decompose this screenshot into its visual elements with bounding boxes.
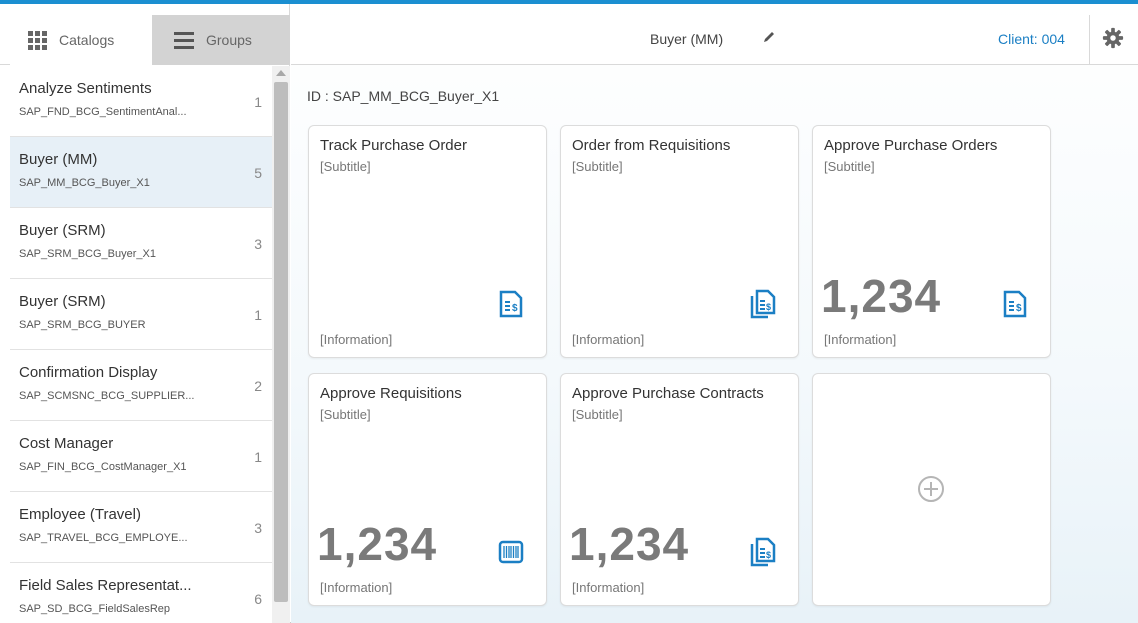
- list-item[interactable]: Confirmation Display SAP_SCMSNC_BCG_SUPP…: [10, 350, 272, 421]
- list-item-count: 5: [254, 165, 262, 181]
- list-item-subtitle: SAP_SCMSNC_BCG_SUPPLIER...: [19, 390, 195, 402]
- svg-text:$: $: [766, 550, 771, 560]
- scrollbar[interactable]: [272, 66, 290, 623]
- group-title: Buyer (MM): [650, 31, 724, 47]
- gear-icon[interactable]: [1102, 27, 1124, 49]
- tile-track-purchase-order[interactable]: Track Purchase Order [Subtitle] $ [Infor…: [308, 125, 547, 358]
- list-item-subtitle: SAP_TRAVEL_BCG_EMPLOYE...: [19, 532, 188, 544]
- tile-title: Approve Purchase Contracts: [572, 385, 764, 402]
- list-item-title: Buyer (MM): [19, 151, 98, 168]
- tab-groups-label: Groups: [206, 32, 252, 48]
- list-item-count: 2: [254, 378, 262, 394]
- barcode-icon: [498, 540, 524, 564]
- tile-info: [Information]: [320, 332, 393, 347]
- add-circle-icon: [918, 476, 944, 502]
- list-item-count: 3: [254, 520, 262, 536]
- tile-title: Approve Requisitions: [320, 385, 462, 402]
- svg-text:$: $: [512, 303, 518, 314]
- tile-approve-purchase-orders[interactable]: Approve Purchase Orders [Subtitle] 1,234…: [812, 125, 1051, 358]
- list-item-title: Cost Manager: [19, 435, 114, 452]
- tile-order-from-requisitions[interactable]: Order from Requisitions [Subtitle] $ [In…: [560, 125, 799, 358]
- tile-subtitle: [Subtitle]: [572, 407, 623, 422]
- tile-kpi-number: 1,234: [317, 518, 438, 570]
- tab-catalogs-label: Catalogs: [59, 32, 115, 48]
- documents-icon: $: [750, 537, 776, 567]
- left-panel: Catalogs Groups Analyze Sentiments SAP_F…: [0, 4, 290, 623]
- list-item-subtitle: SAP_FND_BCG_SentimentAnal...: [19, 106, 187, 118]
- tile-approve-purchase-contracts[interactable]: Approve Purchase Contracts [Subtitle] 1,…: [560, 373, 799, 606]
- left-panel-header: Catalogs Groups: [0, 15, 290, 65]
- tile-title: Order from Requisitions: [572, 137, 731, 154]
- tile-subtitle: [Subtitle]: [824, 159, 875, 174]
- pencil-icon[interactable]: [761, 29, 777, 45]
- tile-title: Track Purchase Order: [320, 137, 467, 154]
- header-divider: [1089, 15, 1090, 65]
- list-item[interactable]: Buyer (MM) SAP_MM_BCG_Buyer_X1 5: [10, 137, 272, 208]
- scrollbar-thumb[interactable]: [274, 82, 288, 602]
- list-item-count: 6: [254, 591, 262, 607]
- main-header: Buyer (MM) Client: 004: [291, 15, 1138, 65]
- list-item-subtitle: SAP_FIN_BCG_CostManager_X1: [19, 461, 187, 473]
- tile-subtitle: [Subtitle]: [320, 407, 371, 422]
- menu-icon: [174, 31, 194, 49]
- main-panel: Buyer (MM) Client: 004 ID : SAP_MM_BCG_B…: [291, 4, 1138, 623]
- list-item-count: 3: [254, 236, 262, 252]
- list-item-count: 1: [254, 94, 262, 110]
- tile-info: [Information]: [320, 580, 393, 595]
- page-id: ID : SAP_MM_BCG_Buyer_X1: [307, 88, 500, 104]
- tile-subtitle: [Subtitle]: [572, 159, 623, 174]
- list-item[interactable]: Employee (Travel) SAP_TRAVEL_BCG_EMPLOYE…: [10, 492, 272, 563]
- groups-list: Analyze Sentiments SAP_FND_BCG_Sentiment…: [10, 66, 272, 623]
- svg-text:$: $: [1016, 303, 1022, 314]
- invoice-icon: $: [1003, 290, 1027, 318]
- client-label: Client: 004: [998, 31, 1065, 47]
- list-item[interactable]: Buyer (SRM) SAP_SRM_BCG_Buyer_X1 3: [10, 208, 272, 279]
- list-item-subtitle: SAP_MM_BCG_Buyer_X1: [19, 177, 150, 189]
- add-tile-button[interactable]: [812, 373, 1051, 606]
- list-item[interactable]: Field Sales Representat... SAP_SD_BCG_Fi…: [10, 563, 272, 623]
- grid-icon: [28, 30, 47, 50]
- tab-groups[interactable]: Groups: [152, 15, 290, 65]
- tile-info: [Information]: [824, 332, 897, 347]
- list-item-subtitle: SAP_SRM_BCG_BUYER: [19, 319, 146, 331]
- tile-info: [Information]: [572, 580, 645, 595]
- scroll-up-arrow-icon[interactable]: [276, 70, 286, 76]
- list-item-subtitle: SAP_SRM_BCG_Buyer_X1: [19, 248, 156, 260]
- list-item-title: Employee (Travel): [19, 506, 141, 523]
- list-item-title: Field Sales Representat...: [19, 577, 192, 594]
- list-item-title: Buyer (SRM): [19, 222, 106, 239]
- tile-info: [Information]: [572, 332, 645, 347]
- svg-text:$: $: [766, 302, 771, 312]
- list-item[interactable]: Cost Manager SAP_FIN_BCG_CostManager_X1 …: [10, 421, 272, 492]
- tile-approve-requisitions[interactable]: Approve Requisitions [Subtitle] 1,234 [I…: [308, 373, 547, 606]
- list-item-count: 1: [254, 449, 262, 465]
- list-item-title: Buyer (SRM): [19, 293, 106, 310]
- documents-icon: $: [750, 289, 776, 319]
- list-item[interactable]: Buyer (SRM) SAP_SRM_BCG_BUYER 1: [10, 279, 272, 350]
- list-item-subtitle: SAP_SD_BCG_FieldSalesRep: [19, 603, 171, 615]
- list-item-count: 1: [254, 307, 262, 323]
- invoice-icon: $: [499, 290, 523, 318]
- tab-catalogs[interactable]: Catalogs: [10, 15, 152, 65]
- list-item-title: Analyze Sentiments: [19, 80, 152, 97]
- list-item-title: Confirmation Display: [19, 364, 158, 381]
- tile-kpi-number: 1,234: [821, 270, 942, 322]
- tile-kpi-number: 1,234: [569, 518, 690, 570]
- tile-subtitle: [Subtitle]: [320, 159, 371, 174]
- list-item[interactable]: Analyze Sentiments SAP_FND_BCG_Sentiment…: [10, 66, 272, 137]
- tile-title: Approve Purchase Orders: [824, 137, 998, 154]
